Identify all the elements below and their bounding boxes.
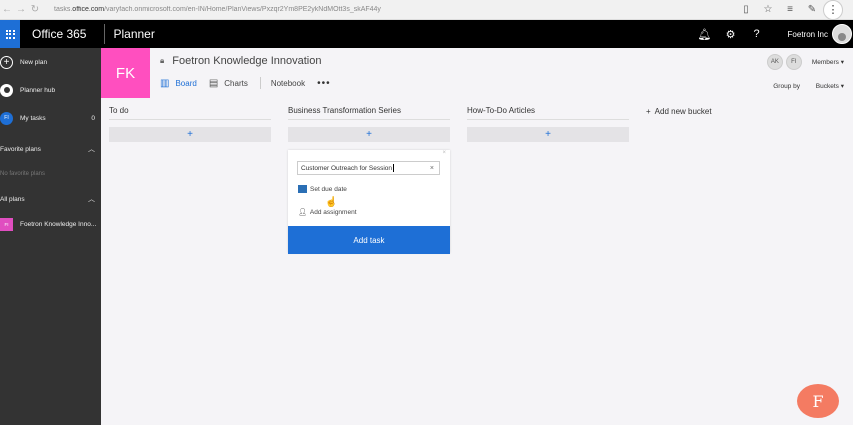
waffle-icon bbox=[5, 29, 15, 39]
tab-charts[interactable]: ▤ Charts bbox=[209, 78, 248, 89]
sidebar-item-label: New plan bbox=[20, 58, 48, 66]
tab-label: Board bbox=[175, 78, 197, 88]
help-icon[interactable]: ? bbox=[744, 28, 770, 40]
board-buckets: To do + Business Transformation Series +… bbox=[109, 106, 712, 254]
browser-toolbar: ← → ↻ tasks.office.com/varyfach.onmicros… bbox=[0, 0, 853, 20]
task-name-input[interactable]: Customer Outreach for Session × bbox=[297, 161, 440, 175]
suite-bar: Office 365 Planner 🔔︎ ⚙ ? Foetron Inc bbox=[0, 20, 853, 48]
bucket-how-to-do: How-To-Do Articles + bbox=[467, 106, 629, 253]
all-plans-header[interactable]: All plans ︿ bbox=[0, 188, 101, 210]
forward-icon[interactable]: → bbox=[14, 4, 28, 15]
member-avatar[interactable]: FI bbox=[785, 54, 802, 70]
back-icon[interactable]: ← bbox=[0, 4, 14, 15]
add-task-button[interactable]: + bbox=[288, 127, 450, 142]
board-icon: ▥ bbox=[160, 77, 170, 89]
add-assignment-button[interactable]: 👤︎ Add assignment bbox=[298, 208, 357, 217]
tab-board[interactable]: ▥ Board bbox=[160, 78, 197, 89]
section-label: Favorite plans bbox=[0, 145, 41, 153]
more-icon[interactable]: ⋮ bbox=[823, 0, 843, 20]
groupby-dropdown[interactable]: Buckets ▾ bbox=[816, 83, 844, 90]
left-sidebar: + New plan Planner hub FI My tasks 0 Fav… bbox=[0, 48, 101, 425]
tab-divider bbox=[259, 77, 261, 89]
add-task-button[interactable]: + bbox=[467, 127, 629, 142]
chevron-down-icon: ▾ bbox=[840, 83, 844, 90]
sidebar-item-plan[interactable]: FI Foetron Knowledge Inno... bbox=[0, 210, 101, 238]
chevron-up-icon[interactable]: ︿ bbox=[88, 194, 95, 204]
favorite-plans-header[interactable]: Favorite plans ︿ bbox=[0, 138, 101, 160]
add-task-submit-button[interactable]: Add task bbox=[288, 226, 450, 254]
view-tabs: ▥ Board ▤ Charts Notebook ••• bbox=[160, 77, 331, 89]
watermark-logo: F bbox=[797, 384, 839, 418]
tab-notebook[interactable]: Notebook bbox=[271, 79, 305, 88]
charts-icon: ▤ bbox=[208, 77, 219, 89]
add-task-button[interactable]: + bbox=[109, 127, 271, 142]
reading-view-icon[interactable]: ▯ bbox=[735, 4, 757, 15]
plan-badge: FI bbox=[0, 217, 13, 231]
calendar-icon bbox=[298, 185, 307, 193]
bell-icon[interactable]: 🔔︎ bbox=[692, 28, 718, 41]
bucket-business-transformation: Business Transformation Series + × Custo… bbox=[288, 106, 450, 254]
pen-icon[interactable]: ✎ bbox=[801, 4, 823, 15]
person-icon: 👤︎ bbox=[298, 209, 307, 216]
my-tasks-avatar: FI bbox=[0, 111, 13, 125]
app-launcher-button[interactable] bbox=[0, 20, 20, 48]
plan-tile: FK bbox=[101, 48, 150, 98]
members-label: Members bbox=[811, 59, 839, 66]
bucket-name[interactable]: To do bbox=[109, 106, 271, 120]
close-icon[interactable]: × bbox=[442, 150, 446, 156]
section-label: All plans bbox=[0, 195, 25, 203]
my-tasks-count: 0 bbox=[91, 114, 95, 122]
add-new-bucket-button[interactable]: + Add new bucket bbox=[646, 106, 712, 253]
sidebar-item-label: Planner hub bbox=[20, 86, 56, 94]
plan-header: FK 🔒︎ Foetron Knowledge Innovation ▥ Boa… bbox=[101, 48, 853, 98]
task-name-value: Customer Outreach for Session bbox=[301, 164, 393, 172]
assignment-label: Add assignment bbox=[309, 208, 357, 216]
groupby-label: Group by bbox=[773, 83, 800, 90]
plus-icon: + bbox=[0, 55, 13, 69]
lock-icon: 🔒︎ bbox=[160, 56, 165, 65]
tab-label: Notebook bbox=[270, 78, 306, 88]
chevron-down-icon: ▾ bbox=[840, 59, 844, 66]
member-avatar[interactable]: AK bbox=[766, 54, 783, 70]
set-due-date-button[interactable]: Set due date bbox=[298, 185, 347, 193]
office365-brand[interactable]: Office 365 bbox=[32, 27, 86, 41]
sidebar-item-planner-hub[interactable]: Planner hub bbox=[0, 76, 101, 104]
mouse-pointer-icon: ☝ bbox=[325, 197, 338, 208]
user-avatar[interactable] bbox=[832, 24, 852, 44]
address-bar[interactable]: tasks.office.com/varyfach.onmicrosoft.co… bbox=[54, 6, 735, 13]
sidebar-item-my-tasks[interactable]: FI My tasks 0 bbox=[0, 104, 101, 132]
plus-icon: + bbox=[646, 107, 651, 116]
tenant-name[interactable]: Foetron Inc bbox=[788, 30, 828, 39]
sidebar-item-label: Foetron Knowledge Inno... bbox=[20, 220, 97, 228]
hub-icon[interactable]: ≡ bbox=[779, 4, 801, 15]
refresh-icon[interactable]: ↻ bbox=[28, 4, 42, 15]
group-by: Group by Buckets ▾ bbox=[764, 82, 844, 90]
favorite-star-icon[interactable]: ☆ bbox=[757, 4, 779, 15]
plan-title: Foetron Knowledge Innovation bbox=[172, 55, 322, 67]
app-title[interactable]: Planner bbox=[113, 27, 154, 41]
clear-icon[interactable]: × bbox=[430, 165, 434, 172]
more-options-icon[interactable]: ••• bbox=[317, 78, 331, 89]
due-date-label: Set due date bbox=[310, 185, 347, 193]
add-bucket-label: Add new bucket bbox=[654, 107, 712, 116]
members-dropdown[interactable]: Members ▾ bbox=[812, 58, 844, 66]
text-caret bbox=[393, 164, 395, 172]
chevron-up-icon[interactable]: ︿ bbox=[88, 144, 95, 154]
new-task-card: × Customer Outreach for Session × Set du… bbox=[288, 150, 450, 254]
bucket-to-do: To do + bbox=[109, 106, 271, 253]
sidebar-item-new-plan[interactable]: + New plan bbox=[0, 48, 101, 76]
groupby-value: Buckets bbox=[815, 83, 839, 90]
members-area: AK FI Members ▾ bbox=[764, 54, 844, 70]
bucket-name[interactable]: Business Transformation Series bbox=[288, 106, 450, 120]
main-content: FK 🔒︎ Foetron Knowledge Innovation ▥ Boa… bbox=[101, 48, 853, 425]
tab-label: Charts bbox=[224, 78, 248, 88]
bucket-name[interactable]: How-To-Do Articles bbox=[467, 106, 629, 120]
gear-icon[interactable]: ⚙ bbox=[718, 28, 744, 41]
favorite-plans-empty: No favorite plans bbox=[0, 171, 46, 177]
sidebar-item-label: My tasks bbox=[20, 114, 46, 122]
planner-hub-icon bbox=[0, 83, 13, 97]
suite-divider bbox=[104, 24, 106, 44]
